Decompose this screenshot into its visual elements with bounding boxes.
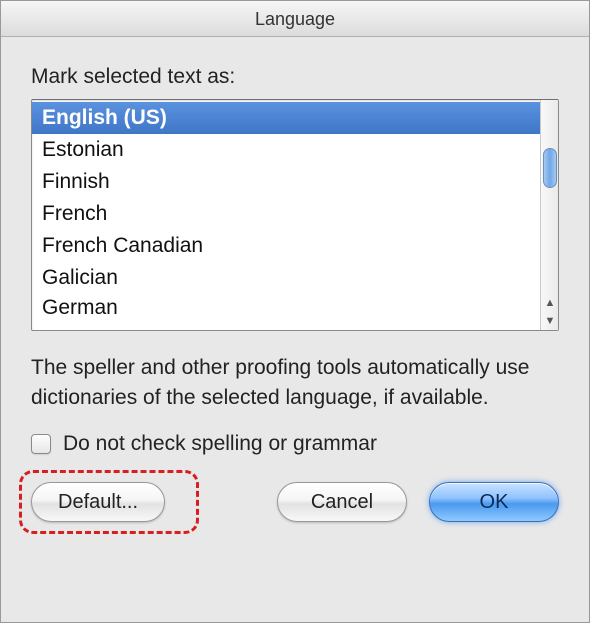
button-row: Default... Cancel OK [31,482,559,522]
list-item-estonian[interactable]: Estonian [32,134,540,166]
cancel-button[interactable]: Cancel [277,482,407,522]
listbox-scrollbar[interactable]: ▲ ▼ [540,100,558,330]
language-list-items: English (US) Estonian Finnish French Fre… [32,100,540,330]
checkbox-label: Do not check spelling or grammar [63,432,377,456]
list-item-french[interactable]: French [32,198,540,230]
list-item-german[interactable]: German [32,294,540,322]
default-button[interactable]: Default... [31,482,165,522]
list-label: Mark selected text as: [31,65,559,89]
language-listbox[interactable]: English (US) Estonian Finnish French Fre… [31,99,559,331]
ok-button[interactable]: OK [429,482,559,522]
dialog-content: Mark selected text as: English (US) Esto… [1,37,589,544]
no-spellcheck-checkbox[interactable] [31,434,51,454]
scrollbar-thumb[interactable] [543,148,557,188]
list-item-english-us[interactable]: English (US) [32,102,540,134]
list-item-finnish[interactable]: Finnish [32,166,540,198]
window-title: Language [255,9,335,29]
list-item-french-canadian[interactable]: French Canadian [32,230,540,262]
window-titlebar: Language [1,1,589,37]
description-text: The speller and other proofing tools aut… [31,353,559,414]
scroll-down-icon[interactable]: ▼ [541,312,559,330]
scroll-up-icon[interactable]: ▲ [541,294,559,312]
checkbox-row[interactable]: Do not check spelling or grammar [31,432,559,456]
list-item-galician[interactable]: Galician [32,262,540,294]
